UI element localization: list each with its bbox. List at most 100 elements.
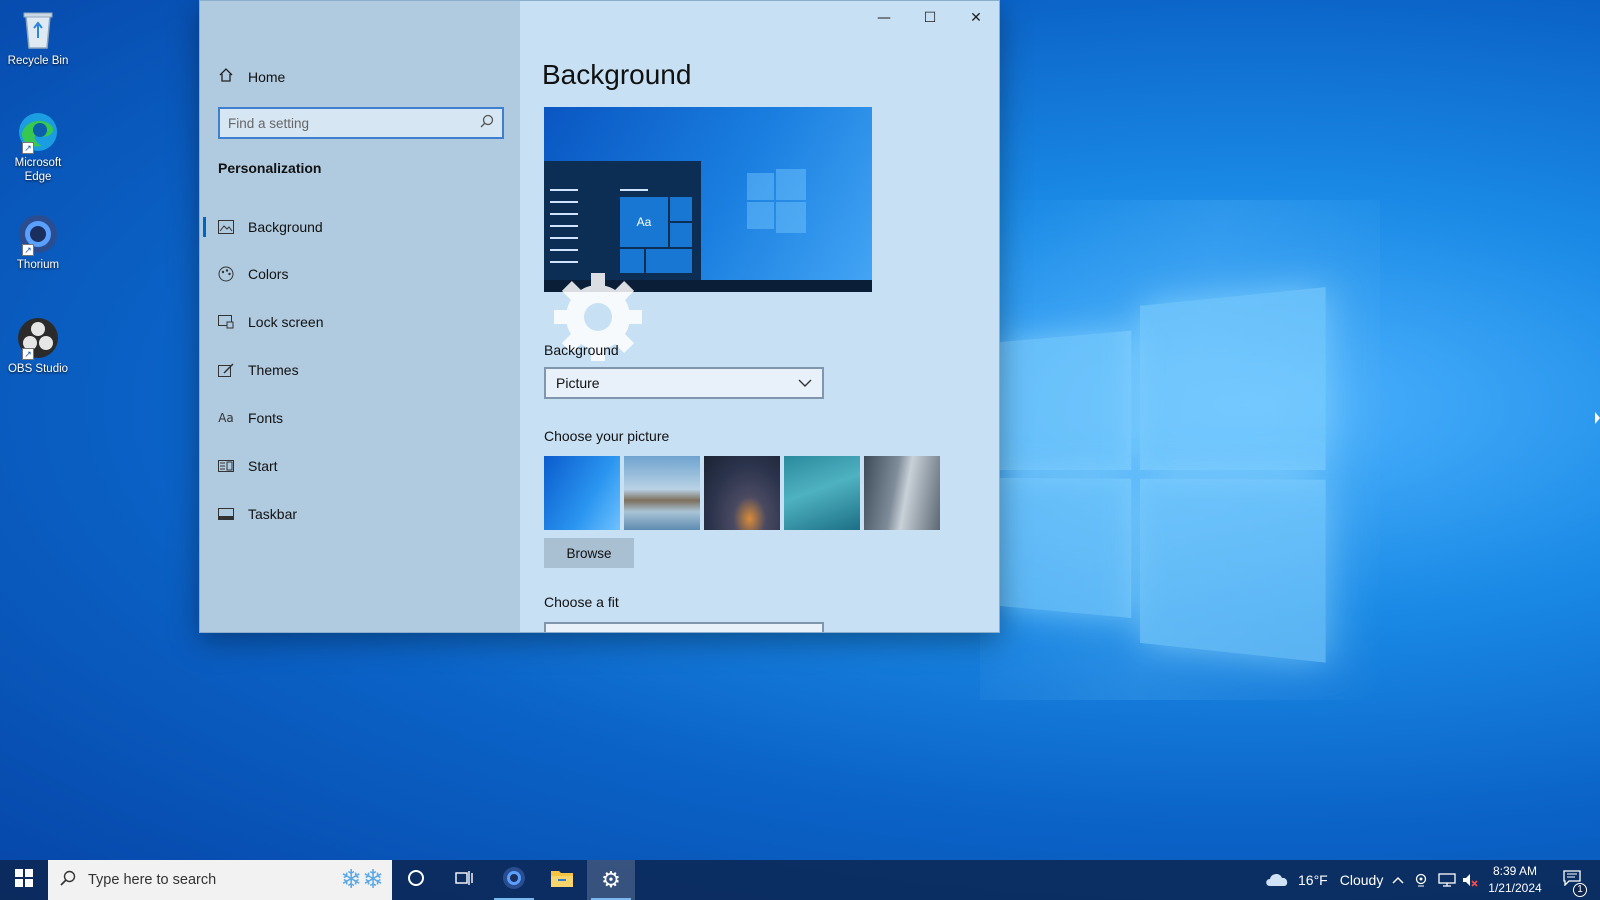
clock-time: 8:39 AM: [1492, 864, 1538, 878]
picture-thumbnail-1[interactable]: [544, 456, 620, 530]
sidebar-item-themes[interactable]: Themes: [200, 350, 520, 390]
mouse-cursor-icon: [1595, 412, 1600, 424]
sidebar-item-label: Start: [248, 458, 278, 474]
edge-icon: ↗: [16, 110, 60, 154]
search-icon: [60, 870, 76, 890]
find-setting-search[interactable]: [218, 107, 504, 139]
cortana-button[interactable]: [392, 860, 440, 900]
thorium-icon: [502, 866, 526, 895]
picture-thumbnail-5[interactable]: [864, 456, 940, 530]
desktop-icon-label: Recycle Bin: [7, 55, 69, 67]
page-title: Background: [542, 59, 692, 90]
taskbar: Type here to search ❄❄ ⚙ 16°F Cloudy 8:3…: [0, 860, 1600, 900]
taskbar-icon: [218, 506, 234, 522]
background-type-value: Picture: [556, 375, 600, 391]
volume-muted-icon[interactable]: [1462, 860, 1478, 900]
tray-camera-icon[interactable]: [1414, 860, 1428, 900]
taskbar-app-file-explorer[interactable]: [538, 860, 586, 900]
settings-sidebar: Home Personalization Background Colors: [200, 1, 520, 632]
nav-home-label: Home: [248, 68, 286, 85]
clock-date: 1/21/2024: [1488, 881, 1542, 895]
notification-count-badge: 1: [1573, 882, 1587, 897]
desktop-icon-microsoft-edge[interactable]: ↗ Microsoft Edge: [4, 110, 72, 184]
sidebar-item-taskbar[interactable]: Taskbar: [200, 494, 520, 534]
browse-button[interactable]: Browse: [544, 538, 634, 568]
themes-icon: [218, 362, 234, 378]
choose-fit-dropdown[interactable]: [544, 622, 824, 632]
taskbar-app-settings[interactable]: ⚙: [587, 860, 635, 900]
close-button[interactable]: ✕: [958, 7, 994, 29]
start-icon: [218, 458, 234, 474]
snowflake-icon: ❄❄: [340, 865, 384, 895]
taskbar-clock[interactable]: 8:39 AM 1/21/2024: [1478, 863, 1552, 897]
choose-fit-label: Choose a fit: [544, 594, 619, 610]
taskbar-search-box[interactable]: Type here to search ❄❄: [48, 860, 392, 900]
fonts-icon: Aa: [218, 411, 234, 425]
picture-icon: [218, 219, 234, 235]
folder-icon: [550, 868, 574, 893]
find-setting-input[interactable]: [228, 115, 480, 131]
sidebar-item-lock-screen[interactable]: Lock screen: [200, 302, 520, 342]
obs-icon: ↗: [16, 316, 60, 360]
background-label: Background: [544, 342, 619, 358]
background-type-dropdown[interactable]: Picture: [544, 367, 824, 399]
maximize-button[interactable]: ☐: [912, 7, 948, 29]
shortcut-arrow-icon: ↗: [22, 348, 34, 360]
sidebar-item-label: Fonts: [248, 410, 284, 426]
cloud-icon: [1264, 871, 1290, 890]
nav-home[interactable]: Home: [218, 67, 285, 86]
minimize-button[interactable]: —: [866, 7, 902, 29]
picture-thumbnail-2[interactable]: [624, 456, 700, 530]
picture-thumbnail-3[interactable]: [704, 456, 780, 530]
desktop-icon-label: Microsoft Edge: [14, 157, 62, 183]
weather-temperature: 16°F: [1298, 872, 1328, 888]
sidebar-item-colors[interactable]: Colors: [200, 254, 520, 294]
weather-widget[interactable]: 16°F Cloudy: [1264, 860, 1383, 900]
picture-thumbnails: [544, 456, 940, 530]
chevron-up-icon: [1392, 873, 1404, 887]
taskbar-search-placeholder: Type here to search: [88, 872, 217, 888]
notification-icon: 1: [1563, 869, 1587, 897]
settings-content: — ☐ ✕ Background Aa Background Picture C…: [520, 1, 999, 632]
section-title-personalization: Personalization: [218, 160, 322, 176]
background-preview: Aa: [544, 107, 872, 292]
desktop-icon-label: OBS Studio: [7, 363, 69, 375]
palette-icon: [218, 266, 234, 282]
lock-screen-icon: [218, 314, 234, 330]
choose-picture-label: Choose your picture: [544, 428, 670, 444]
settings-window: Home Personalization Background Colors: [199, 0, 1000, 633]
sidebar-item-label: Background: [248, 219, 323, 235]
sidebar-item-fonts[interactable]: Aa Fonts: [200, 398, 520, 438]
sidebar-item-start[interactable]: Start: [200, 446, 520, 486]
start-button[interactable]: [0, 860, 48, 900]
home-icon: [218, 67, 234, 86]
recycle-bin-icon: [16, 8, 60, 52]
sidebar-item-label: Colors: [248, 266, 289, 282]
desktop-icon-obs-studio[interactable]: ↗ OBS Studio: [4, 316, 72, 376]
network-icon[interactable]: [1438, 860, 1456, 900]
taskbar-app-thorium[interactable]: [490, 860, 538, 900]
task-view-button[interactable]: [440, 860, 488, 900]
desktop-icon-thorium[interactable]: ↗ Thorium: [4, 212, 72, 272]
sidebar-item-label: Taskbar: [248, 506, 298, 522]
wallpaper-windows-logo: [1000, 287, 1328, 663]
shortcut-arrow-icon: ↗: [22, 142, 34, 154]
action-center-button[interactable]: 1: [1552, 860, 1592, 900]
shortcut-arrow-icon: ↗: [22, 244, 34, 256]
sidebar-item-label: Themes: [248, 362, 299, 378]
chevron-down-icon: [798, 375, 812, 391]
weather-condition: Cloudy: [1339, 872, 1384, 888]
desktop-icon-label: Thorium: [16, 259, 60, 271]
gear-icon: ⚙: [601, 867, 621, 893]
cortana-circle-icon: [407, 869, 425, 892]
sidebar-item-label: Lock screen: [248, 314, 324, 330]
desktop-icon-recycle-bin[interactable]: Recycle Bin: [4, 8, 72, 68]
picture-thumbnail-4[interactable]: [784, 456, 860, 530]
preview-sample-text: Aa: [620, 197, 668, 247]
sidebar-item-background[interactable]: Background: [200, 207, 520, 247]
windows-logo-icon: [15, 868, 33, 892]
search-icon[interactable]: [480, 114, 494, 133]
show-hidden-icons-button[interactable]: [1392, 860, 1404, 900]
task-view-icon: [455, 870, 473, 891]
thorium-icon: ↗: [16, 212, 60, 256]
